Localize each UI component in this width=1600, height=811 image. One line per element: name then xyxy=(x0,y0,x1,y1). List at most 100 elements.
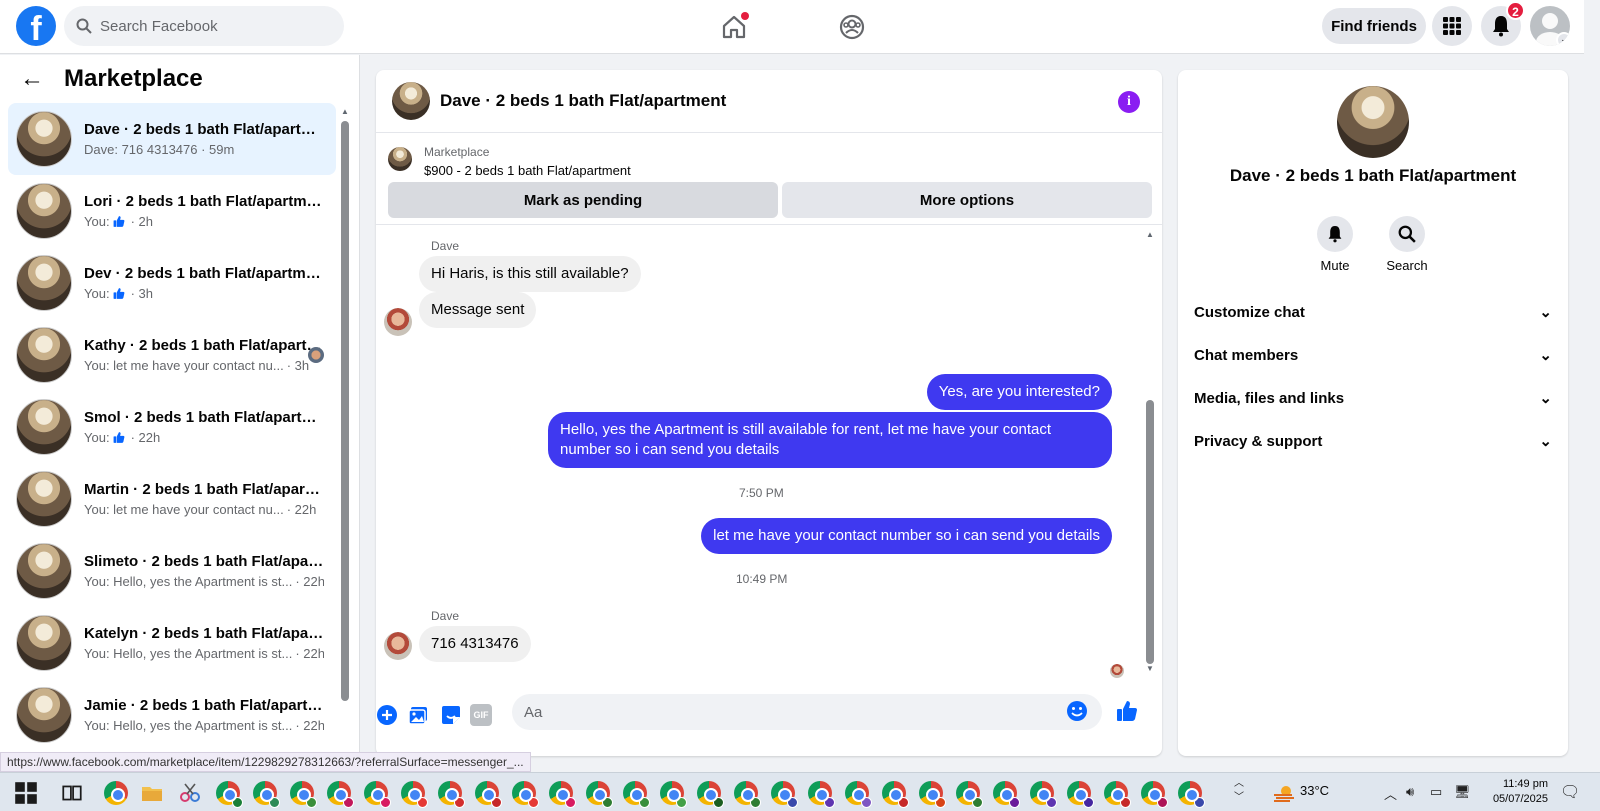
chat-members-section[interactable]: Chat members ⌄ xyxy=(1194,335,1552,375)
chrome-profile-taskbar-icon[interactable] xyxy=(512,781,539,808)
battery-icon[interactable]: ▭ xyxy=(1430,784,1442,800)
conversation-item[interactable]: Lori · 2 beds 1 bath Flat/apartment You: ·… xyxy=(8,175,336,247)
plus-circle-icon[interactable] xyxy=(376,704,398,726)
mute-circle[interactable] xyxy=(1317,216,1353,252)
listing-thumbnail[interactable] xyxy=(388,147,412,171)
conversation-item[interactable]: Slimeto · 2 beds 1 bath Flat/apartment Yo… xyxy=(8,535,336,607)
chrome-profile-taskbar-icon[interactable] xyxy=(586,781,613,808)
message-input[interactable] xyxy=(512,694,1102,730)
chrome-profile-taskbar-icon[interactable] xyxy=(623,781,650,808)
emoji-icon[interactable] xyxy=(1066,700,1088,722)
thumbs-up-icon[interactable] xyxy=(1115,699,1139,723)
profile-badge xyxy=(787,797,798,808)
incoming-message[interactable]: Hi Haris, is this still available? xyxy=(419,256,641,292)
conversation-item[interactable]: Katelyn · 2 beds 1 bath Flat/apartment Yo… xyxy=(8,607,336,679)
chrome-profile-taskbar-icon[interactable] xyxy=(216,781,243,808)
search-box[interactable] xyxy=(64,6,344,46)
notification-center-icon[interactable]: 🗨︎ xyxy=(1560,782,1580,802)
mute-button[interactable]: Mute xyxy=(1305,216,1365,273)
task-view-icon[interactable] xyxy=(60,781,84,805)
chrome-profile-taskbar-icon[interactable] xyxy=(993,781,1020,808)
scroll-down-arrow-icon[interactable]: ▼ xyxy=(1146,664,1154,673)
chrome-profile-taskbar-icon[interactable] xyxy=(1178,781,1205,808)
chat-listing-thumbnail[interactable] xyxy=(392,82,430,120)
chrome-profile-taskbar-icon[interactable] xyxy=(1141,781,1168,808)
chrome-profile-taskbar-icon[interactable] xyxy=(364,781,391,808)
home-nav-button[interactable] xyxy=(717,10,751,44)
facebook-logo[interactable]: f xyxy=(16,6,56,46)
chrome-profile-taskbar-icon[interactable] xyxy=(475,781,502,808)
listing-title[interactable]: $900 - 2 beds 1 bath Flat/apartment xyxy=(424,163,631,178)
outgoing-message[interactable]: Hello, yes the Apartment is still availa… xyxy=(548,412,1112,468)
customize-chat-section[interactable]: Customize chat ⌄ xyxy=(1194,292,1552,332)
sender-avatar[interactable] xyxy=(384,632,412,660)
notifications-button[interactable]: 2 xyxy=(1481,1,1525,46)
mark-as-pending-button[interactable]: Mark as pending xyxy=(388,182,778,218)
photo-icon[interactable] xyxy=(408,704,430,726)
chrome-profile-taskbar-icon[interactable] xyxy=(1067,781,1094,808)
outgoing-message[interactable]: Yes, are you interested? xyxy=(926,374,1112,410)
chrome-profile-taskbar-icon[interactable] xyxy=(882,781,909,808)
conversation-item[interactable]: Dave · 2 beds 1 bath Flat/apartment Dave:… xyxy=(8,103,336,175)
incoming-message[interactable]: 716 4313476 xyxy=(419,626,531,662)
scroll-up-arrow-icon[interactable]: ▲ xyxy=(1146,230,1154,239)
sender-avatar[interactable] xyxy=(384,308,412,336)
taskbar-clock[interactable]: 11:49 pm 05/07/2025 xyxy=(1480,777,1548,807)
search-input[interactable] xyxy=(100,17,320,35)
back-arrow-icon[interactable]: ← xyxy=(20,65,44,93)
snipping-tool-icon[interactable] xyxy=(178,781,202,805)
privacy-support-section[interactable]: Privacy & support ⌄ xyxy=(1194,421,1552,461)
chrome-profile-taskbar-icon[interactable] xyxy=(290,781,317,808)
chrome-profile-taskbar-icon[interactable] xyxy=(549,781,576,808)
weather-temperature[interactable]: 33°C xyxy=(1300,783,1329,798)
chrome-profile-taskbar-icon[interactable] xyxy=(438,781,465,808)
conversation-item[interactable]: Smol · 2 beds 1 bath Flat/apartment You: ·… xyxy=(8,391,336,463)
contact-avatar[interactable] xyxy=(1337,86,1409,158)
network-icon[interactable]: 🖥︎ xyxy=(1454,784,1471,800)
search-in-chat-button[interactable]: Search xyxy=(1377,216,1437,273)
chrome-profile-taskbar-icon[interactable] xyxy=(771,781,798,808)
account-avatar-button[interactable]: ⌄ xyxy=(1530,6,1570,46)
file-explorer-icon[interactable] xyxy=(140,781,164,805)
chrome-profile-taskbar-icon[interactable] xyxy=(1104,781,1131,808)
page-scrollbar[interactable] xyxy=(1584,0,1600,760)
search-circle[interactable] xyxy=(1389,216,1425,252)
chrome-taskbar-icon[interactable] xyxy=(104,781,128,805)
find-friends-button[interactable]: Find friends xyxy=(1322,8,1426,44)
incoming-message[interactable]: Message sent xyxy=(419,292,537,328)
conversation-list-scrollbar[interactable]: ▲ xyxy=(341,107,349,747)
volume-icon[interactable]: 🔊︎ xyxy=(1406,784,1414,800)
chrome-profile-taskbar-icon[interactable] xyxy=(734,781,761,808)
chrome-profile-taskbar-icon[interactable] xyxy=(697,781,724,808)
chrome-profile-taskbar-icon[interactable] xyxy=(845,781,872,808)
conversation-item[interactable]: Dev · 2 beds 1 bath Flat/apartment You: · … xyxy=(8,247,336,319)
media-files-links-section[interactable]: Media, files and links ⌄ xyxy=(1194,378,1552,418)
chat-title[interactable]: Dave · 2 beds 1 bath Flat/apartment xyxy=(440,91,726,111)
conversation-item[interactable]: Martin · 2 beds 1 bath Flat/apartment You… xyxy=(8,463,336,535)
chrome-profile-taskbar-icon[interactable] xyxy=(956,781,983,808)
conversation-item[interactable]: Jamie · 2 beds 1 bath Flat/apartment You:… xyxy=(8,679,336,751)
taskbar-scroll-arrows-icon[interactable]: ︿ ﹀ xyxy=(1234,777,1244,805)
chrome-profile-taskbar-icon[interactable] xyxy=(401,781,428,808)
chrome-profile-taskbar-icon[interactable] xyxy=(1030,781,1057,808)
chrome-profile-taskbar-icon[interactable] xyxy=(327,781,354,808)
chat-scrollbar[interactable]: ▲ ▼ xyxy=(1146,230,1154,673)
outgoing-message[interactable]: let me have your contact number so i can… xyxy=(701,518,1112,554)
info-icon[interactable]: i xyxy=(1118,91,1140,113)
groups-nav-button[interactable] xyxy=(835,10,869,44)
chrome-profile-taskbar-icon[interactable] xyxy=(253,781,280,808)
sticker-icon[interactable] xyxy=(440,704,462,726)
menu-button[interactable] xyxy=(1432,6,1472,46)
chrome-profile-taskbar-icon[interactable] xyxy=(808,781,835,808)
scroll-up-arrow-icon[interactable]: ▲ xyxy=(341,107,349,116)
weather-icon[interactable] xyxy=(1272,783,1296,807)
show-hidden-icons-chevron-icon[interactable]: ︿ xyxy=(1384,784,1397,803)
conversation-item[interactable]: Kathy · 2 beds 1 bath Flat/apartment You:… xyxy=(8,319,336,391)
scrollbar-thumb[interactable] xyxy=(1146,400,1154,664)
chrome-profile-taskbar-icon[interactable] xyxy=(660,781,687,808)
chrome-profile-taskbar-icon[interactable] xyxy=(919,781,946,808)
more-options-button[interactable]: More options xyxy=(782,182,1152,218)
windows-start-icon[interactable] xyxy=(14,781,38,805)
gif-icon[interactable]: GIF xyxy=(470,704,492,726)
scrollbar-thumb[interactable] xyxy=(341,121,349,701)
